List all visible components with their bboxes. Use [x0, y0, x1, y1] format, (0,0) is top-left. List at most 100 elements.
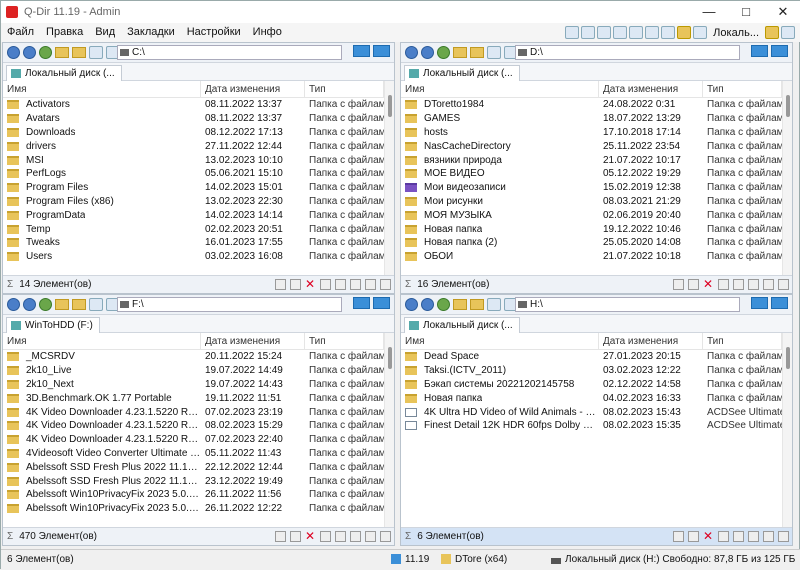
scrollbar[interactable] — [782, 333, 792, 527]
menu-info[interactable]: Инфо — [247, 23, 288, 42]
file-row[interactable]: 2k10_Next 19.07.2022 14:43 Папка с файлами — [3, 378, 384, 392]
menu-settings[interactable]: Настройки — [181, 23, 247, 42]
layout-7-icon[interactable] — [661, 26, 676, 39]
new-folder-icon[interactable] — [55, 47, 69, 58]
address-bar[interactable]: C:\ — [117, 45, 342, 60]
file-row[interactable]: вязники природа 21.07.2022 10:17 Папка с ф… — [401, 153, 782, 167]
file-row[interactable]: 4K Video Downloader 4.23.1.5220 RePack (… — [3, 405, 384, 419]
file-row[interactable]: Бэкап системы 20221202145758 02.12.2022 1… — [401, 378, 782, 392]
cut-icon[interactable] — [718, 279, 729, 290]
column-date[interactable]: Дата изменения — [599, 81, 703, 97]
new-folder-icon[interactable] — [453, 47, 467, 58]
up-icon[interactable] — [437, 46, 450, 59]
file-row[interactable]: Abelssoft SSD Fresh Plus 2022 11.12.4361… — [3, 474, 384, 488]
mail-icon[interactable] — [290, 531, 301, 542]
edit-icon[interactable] — [365, 279, 376, 290]
file-row[interactable]: Новая папка 19.12.2022 10:46 Папка с файла… — [401, 222, 782, 236]
menu-bookmarks[interactable]: Закладки — [121, 23, 181, 42]
file-row[interactable]: Abelssoft Win10PrivacyFix 2023 5.0.42337… — [3, 488, 384, 502]
edit-icon[interactable] — [763, 279, 774, 290]
file-row[interactable]: Taksi.(ICTV_2011) 03.02.2023 12:22 Папка с… — [401, 364, 782, 378]
cut-icon[interactable] — [320, 279, 331, 290]
view-icon[interactable] — [89, 46, 103, 59]
pane-layout-icon[interactable] — [771, 297, 788, 309]
menu-edit[interactable]: Правка — [40, 23, 89, 42]
file-row[interactable]: 4K Video Downloader 4.23.1.5220 RePack (… — [3, 433, 384, 447]
column-name[interactable]: Имя — [3, 81, 201, 97]
file-row[interactable]: Новая папка 04.02.2023 16:33 Папка с файла… — [401, 391, 782, 405]
cut-icon[interactable] — [320, 531, 331, 542]
file-row[interactable]: MSI 13.02.2023 10:10 Папка с файлами — [3, 153, 384, 167]
file-row[interactable]: 4K Video Downloader 4.23.1.5220 RePack (… — [3, 419, 384, 433]
lightning-icon[interactable] — [673, 531, 684, 542]
file-row[interactable]: 2k10_Live 19.07.2022 14:49 Папка с файлами — [3, 364, 384, 378]
tab-drive[interactable]: Локальный диск (... — [404, 317, 520, 333]
scrollbar-thumb[interactable] — [388, 95, 392, 117]
scrollbar-thumb[interactable] — [388, 347, 392, 369]
view-icon[interactable] — [487, 298, 501, 311]
up-icon[interactable] — [39, 298, 52, 311]
pane-view-icon[interactable] — [751, 297, 768, 309]
new-folder-icon[interactable] — [55, 299, 69, 310]
column-date[interactable]: Дата изменения — [201, 81, 305, 97]
lightning-icon[interactable] — [673, 279, 684, 290]
layout-3-icon[interactable] — [597, 26, 612, 39]
delete-icon[interactable]: ✕ — [703, 530, 714, 542]
paste-icon[interactable] — [350, 531, 361, 542]
column-type[interactable]: Тип — [305, 81, 384, 97]
file-row[interactable]: DToretto1984 24.08.2022 0:31 Папка с файла… — [401, 98, 782, 112]
file-row[interactable]: МОЯ МУЗЫКА 02.06.2019 20:40 Папка с файлам… — [401, 208, 782, 222]
properties-icon[interactable] — [778, 279, 789, 290]
forward-icon[interactable] — [23, 298, 36, 311]
layout-2-icon[interactable] — [581, 26, 596, 39]
drive-selector[interactable]: Локаль... — [713, 27, 759, 39]
file-row[interactable]: PerfLogs 05.06.2021 15:10 Папка с файлами — [3, 167, 384, 181]
file-row[interactable]: Мои рисунки 08.03.2021 21:29 Папка с файла… — [401, 195, 782, 209]
file-row[interactable]: 4K Ultra HD Video of Wild Animals - 1 HR… — [401, 405, 782, 419]
layout-6-icon[interactable] — [645, 26, 660, 39]
folder-options-icon[interactable] — [470, 299, 484, 310]
folder-options-icon[interactable] — [72, 47, 86, 58]
edit-icon[interactable] — [365, 531, 376, 542]
delete-icon[interactable]: ✕ — [305, 278, 316, 290]
favorites-icon[interactable] — [677, 26, 692, 39]
file-row[interactable]: Finest Detail 12K HDR 60fps Dolby Vision… — [401, 419, 782, 433]
folder-options-icon[interactable] — [72, 299, 86, 310]
copy-icon[interactable] — [733, 279, 744, 290]
column-type[interactable]: Тип — [703, 81, 782, 97]
view-icon[interactable] — [487, 46, 501, 59]
column-date[interactable]: Дата изменения — [201, 333, 305, 349]
layout-5-icon[interactable] — [629, 26, 644, 39]
up-icon[interactable] — [437, 298, 450, 311]
address-bar[interactable]: F:\ — [117, 297, 342, 312]
address-bar[interactable]: D:\ — [515, 45, 740, 60]
delete-icon[interactable]: ✕ — [703, 278, 714, 290]
tools-icon[interactable] — [781, 26, 795, 39]
copy-icon[interactable] — [335, 531, 346, 542]
minimize-button[interactable]: — — [691, 1, 727, 23]
file-row[interactable]: NasCacheDirectory 25.11.2022 23:54 Папка с… — [401, 139, 782, 153]
column-type[interactable]: Тип — [305, 333, 384, 349]
file-row[interactable]: Tweaks 16.01.2023 17:55 Папка с файлами — [3, 236, 384, 250]
paste-icon[interactable] — [748, 531, 759, 542]
pane-layout-icon[interactable] — [373, 45, 390, 57]
file-row[interactable]: Мои видеозаписи 15.02.2019 12:38 Папка с ф… — [401, 181, 782, 195]
file-row[interactable]: _MCSRDV 20.11.2022 15:24 Папка с файлами — [3, 350, 384, 364]
tab-drive[interactable]: Локальный диск (... — [6, 65, 122, 81]
scrollbar[interactable] — [384, 81, 394, 275]
scrollbar-thumb[interactable] — [786, 347, 790, 369]
layout-4-icon[interactable] — [613, 26, 628, 39]
column-name[interactable]: Имя — [3, 333, 201, 349]
file-row[interactable]: GAMES 18.07.2022 13:29 Папка с файлами — [401, 112, 782, 126]
file-row[interactable]: drivers 27.11.2022 12:44 Папка с файлами — [3, 139, 384, 153]
file-row[interactable]: 3D.Benchmark.OK 1.77 Portable 19.11.2022 … — [3, 391, 384, 405]
lightning-icon[interactable] — [275, 531, 286, 542]
maximize-button[interactable]: □ — [728, 1, 764, 23]
file-row[interactable]: Abelssoft SSD Fresh Plus 2022 11.12.4361… — [3, 460, 384, 474]
paste-icon[interactable] — [350, 279, 361, 290]
scrollbar-thumb[interactable] — [786, 95, 790, 117]
mail-icon[interactable] — [290, 279, 301, 290]
file-row[interactable]: МОЕ ВИДЕО 05.12.2022 19:29 Папка с файлами — [401, 167, 782, 181]
file-row[interactable]: Program Files 14.02.2023 15:01 Папка с фай… — [3, 181, 384, 195]
forward-icon[interactable] — [421, 46, 434, 59]
